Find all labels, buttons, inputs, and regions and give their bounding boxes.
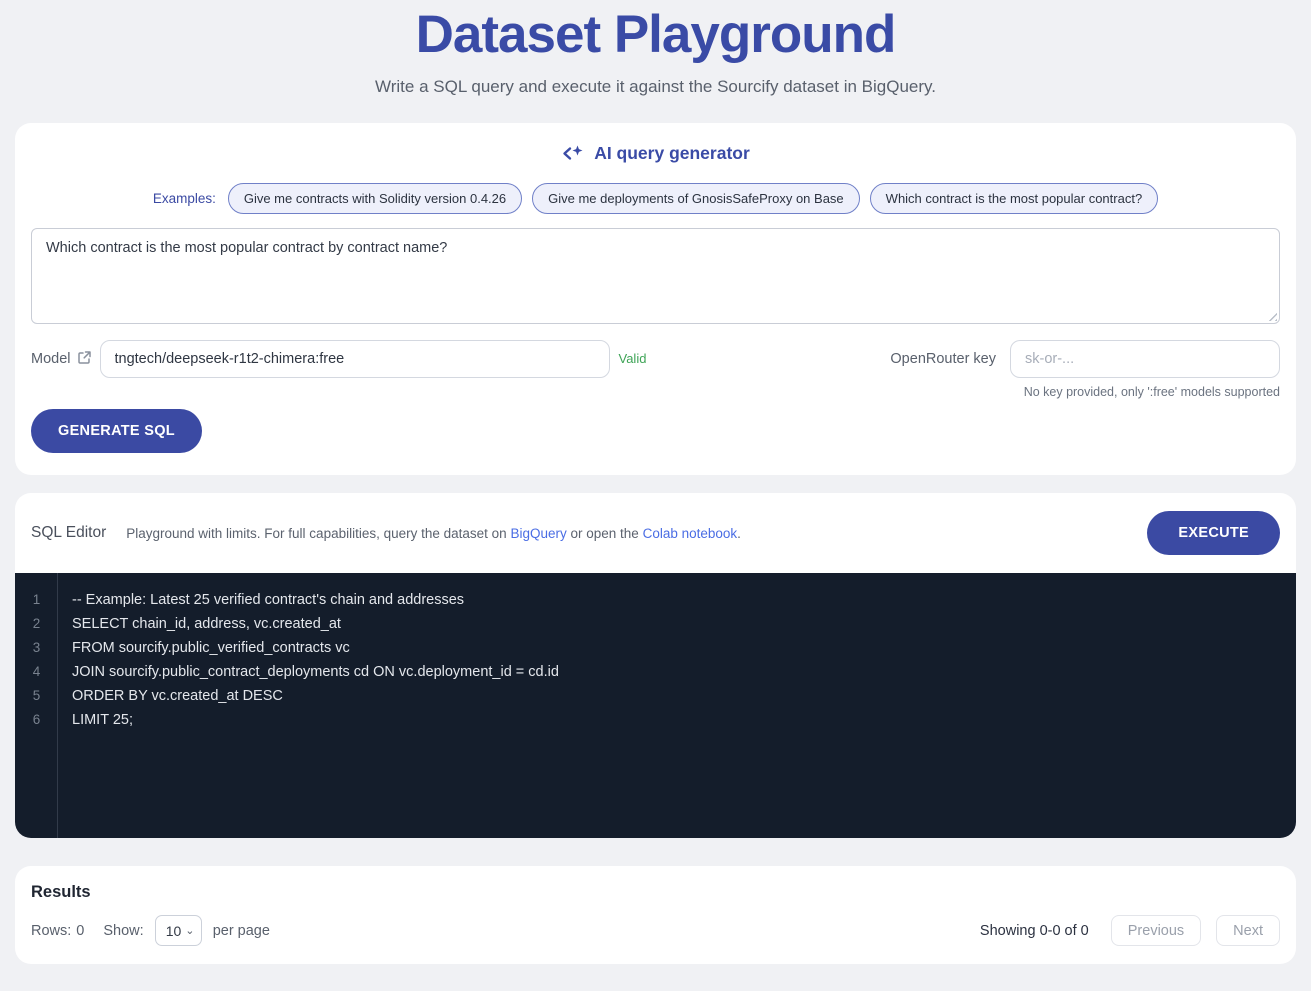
external-link-icon[interactable]	[77, 350, 92, 370]
generate-sql-button[interactable]: GENERATE SQL	[31, 409, 202, 453]
line-number: 5	[15, 684, 58, 708]
code-line[interactable]: ORDER BY vc.created_at DESC	[72, 684, 1296, 708]
colab-notebook-link[interactable]: Colab notebook	[643, 526, 738, 541]
model-label: Model	[31, 340, 71, 378]
generator-title: AI query generator	[594, 143, 750, 164]
per-page-label: per page	[213, 923, 270, 939]
rows-label: Rows:	[31, 923, 71, 939]
sql-editor-card: SQL Editor Playground with limits. For f…	[15, 493, 1296, 838]
openrouter-key-input[interactable]	[1010, 340, 1280, 378]
line-number: 4	[15, 660, 58, 684]
editor-desc-prefix: Playground with limits. For full capabil…	[126, 526, 506, 541]
editor-header: SQL Editor Playground with limits. For f…	[15, 493, 1296, 573]
editor-title: SQL Editor	[31, 524, 106, 542]
examples-label: Examples:	[153, 191, 216, 206]
examples-list: Give me contracts with Solidity version …	[228, 183, 1158, 214]
editor-gutter: 123456	[15, 573, 58, 838]
code-line[interactable]: -- Example: Latest 25 verified contract'…	[72, 588, 1296, 612]
page-size-select[interactable]: 10 ⌄	[155, 915, 202, 946]
rows-value: 0	[76, 923, 84, 939]
line-number: 6	[15, 708, 58, 732]
code-line[interactable]: JOIN sourcify.public_contract_deployment…	[72, 660, 1296, 684]
code-sparkle-icon	[561, 144, 585, 163]
prompt-wrap: Which contract is the most popular contr…	[31, 228, 1280, 324]
pagination: Showing 0-0 of 0 Previous Next	[980, 915, 1280, 946]
openrouter-key-label: OpenRouter key	[890, 340, 996, 378]
key-hint: No key provided, only ':free' models sup…	[1010, 385, 1280, 399]
code-line[interactable]: LIMIT 25;	[72, 708, 1296, 732]
editor-description: Playground with limits. For full capabil…	[126, 526, 741, 541]
model-row: Model Valid OpenRouter key No key provid…	[31, 340, 1280, 399]
line-number: 3	[15, 636, 58, 660]
editor-desc-suffix: .	[737, 526, 741, 541]
line-number: 1	[15, 588, 58, 612]
prompt-textarea[interactable]: Which contract is the most popular contr…	[31, 228, 1280, 324]
results-controls: Rows: 0 Show: 10 ⌄ per page Showing 0-0 …	[31, 915, 1280, 946]
code-line[interactable]: SELECT chain_id, address, vc.created_at	[72, 612, 1296, 636]
generator-header: AI query generator	[31, 143, 1280, 164]
results-title: Results	[31, 883, 1280, 902]
results-card: Results Rows: 0 Show: 10 ⌄ per page Show…	[15, 866, 1296, 964]
model-status-badge: Valid	[619, 340, 647, 378]
showing-text: Showing 0-0 of 0	[980, 923, 1089, 939]
examples-row: Examples: Give me contracts with Solidit…	[31, 183, 1280, 214]
rows-count: Rows: 0	[31, 923, 84, 939]
chevron-down-icon: ⌄	[185, 924, 194, 937]
line-number: 2	[15, 612, 58, 636]
model-input[interactable]	[100, 340, 610, 378]
editor-code[interactable]: -- Example: Latest 25 verified contract'…	[58, 573, 1296, 838]
page-size-value: 10	[166, 923, 182, 939]
code-line[interactable]: FROM sourcify.public_verified_contracts …	[72, 636, 1296, 660]
example-pill[interactable]: Give me contracts with Solidity version …	[228, 183, 522, 214]
show-label: Show:	[103, 923, 143, 939]
previous-button[interactable]: Previous	[1111, 915, 1201, 946]
ai-query-generator-card: AI query generator Examples: Give me con…	[15, 123, 1296, 475]
example-pill[interactable]: Give me deployments of GnosisSafeProxy o…	[532, 183, 860, 214]
sql-code-editor[interactable]: 123456 -- Example: Latest 25 verified co…	[15, 573, 1296, 838]
example-pill[interactable]: Which contract is the most popular contr…	[870, 183, 1159, 214]
bigquery-link[interactable]: BigQuery	[510, 526, 566, 541]
key-column: No key provided, only ':free' models sup…	[1010, 340, 1280, 399]
page-title: Dataset Playground	[0, 4, 1311, 65]
next-button[interactable]: Next	[1216, 915, 1280, 946]
execute-button[interactable]: EXECUTE	[1147, 511, 1280, 555]
page-subtitle: Write a SQL query and execute it against…	[0, 77, 1311, 97]
editor-desc-middle: or open the	[571, 526, 639, 541]
